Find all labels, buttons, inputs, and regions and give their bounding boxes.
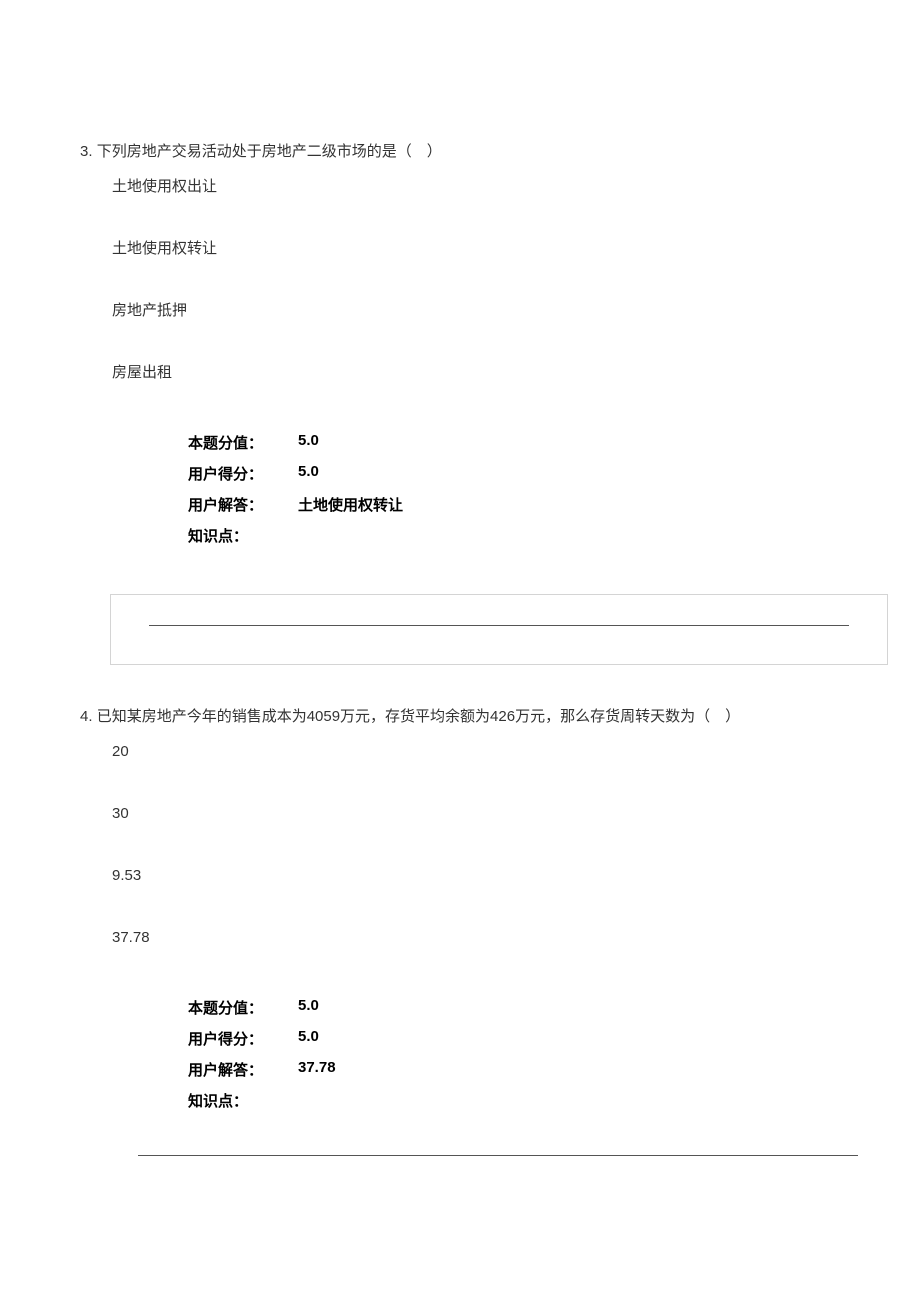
question-4-text: 已知某房地产今年的销售成本为4059万元，存货平均余额为426万元，那么存货周转… bbox=[97, 708, 740, 725]
question-4-kp-row: 知识点： bbox=[188, 1090, 840, 1111]
question-3-number: 3. bbox=[80, 140, 93, 164]
score-label: 本题分值： bbox=[188, 997, 298, 1018]
page-content: 3. 下列房地产交易活动处于房地产二级市场的是（ ） 土地使用权出让 土地使用权… bbox=[0, 0, 920, 1156]
score-value: 5.0 bbox=[298, 997, 319, 1018]
question-4-option-b: 30 bbox=[112, 803, 840, 825]
question-4-separator-line bbox=[138, 1155, 858, 1156]
question-3-score-row: 本题分值： 5.0 bbox=[188, 432, 840, 453]
question-3-option-a: 土地使用权出让 bbox=[112, 176, 840, 198]
question-4-option-a: 20 bbox=[112, 741, 840, 763]
user-score-value: 5.0 bbox=[298, 1028, 319, 1049]
question-4-option-c: 9.53 bbox=[112, 865, 840, 887]
user-score-label: 用户得分： bbox=[188, 463, 298, 484]
score-value: 5.0 bbox=[298, 432, 319, 453]
score-label: 本题分值： bbox=[188, 432, 298, 453]
question-3-info: 本题分值： 5.0 用户得分： 5.0 用户解答： 土地使用权转让 知识点： bbox=[188, 432, 840, 546]
question-4-number: 4. bbox=[80, 705, 93, 729]
question-3: 3. 下列房地产交易活动处于房地产二级市场的是（ ） 土地使用权出让 土地使用权… bbox=[80, 140, 840, 665]
user-answer-label: 用户解答： bbox=[188, 1059, 298, 1080]
user-score-value: 5.0 bbox=[298, 463, 319, 484]
question-4-header: 4. 已知某房地产今年的销售成本为4059万元，存货平均余额为426万元，那么存… bbox=[80, 705, 840, 729]
question-4: 4. 已知某房地产今年的销售成本为4059万元，存货平均余额为426万元，那么存… bbox=[80, 705, 840, 1156]
question-3-option-b: 土地使用权转让 bbox=[112, 238, 840, 260]
user-answer-value: 37.78 bbox=[298, 1059, 336, 1080]
user-answer-label: 用户解答： bbox=[188, 494, 298, 515]
kp-label: 知识点： bbox=[188, 1090, 298, 1111]
question-3-user-answer-row: 用户解答： 土地使用权转让 bbox=[188, 494, 840, 515]
question-3-header: 3. 下列房地产交易活动处于房地产二级市场的是（ ） bbox=[80, 140, 840, 164]
question-3-option-d: 房屋出租 bbox=[112, 362, 840, 384]
question-3-separator-box bbox=[110, 594, 888, 665]
user-score-label: 用户得分： bbox=[188, 1028, 298, 1049]
user-answer-value: 土地使用权转让 bbox=[298, 494, 403, 515]
question-3-option-c: 房地产抵押 bbox=[112, 300, 840, 322]
question-3-kp-row: 知识点： bbox=[188, 525, 840, 546]
question-4-score-row: 本题分值： 5.0 bbox=[188, 997, 840, 1018]
question-4-options: 20 30 9.53 37.78 bbox=[112, 741, 840, 949]
separator-line bbox=[149, 625, 849, 626]
question-3-options: 土地使用权出让 土地使用权转让 房地产抵押 房屋出租 bbox=[112, 176, 840, 384]
question-4-user-answer-row: 用户解答： 37.78 bbox=[188, 1059, 840, 1080]
question-3-text: 下列房地产交易活动处于房地产二级市场的是（ ） bbox=[97, 143, 442, 160]
question-3-user-score-row: 用户得分： 5.0 bbox=[188, 463, 840, 484]
question-4-option-d: 37.78 bbox=[112, 927, 840, 949]
question-4-user-score-row: 用户得分： 5.0 bbox=[188, 1028, 840, 1049]
kp-label: 知识点： bbox=[188, 525, 298, 546]
question-4-info: 本题分值： 5.0 用户得分： 5.0 用户解答： 37.78 知识点： bbox=[188, 997, 840, 1111]
